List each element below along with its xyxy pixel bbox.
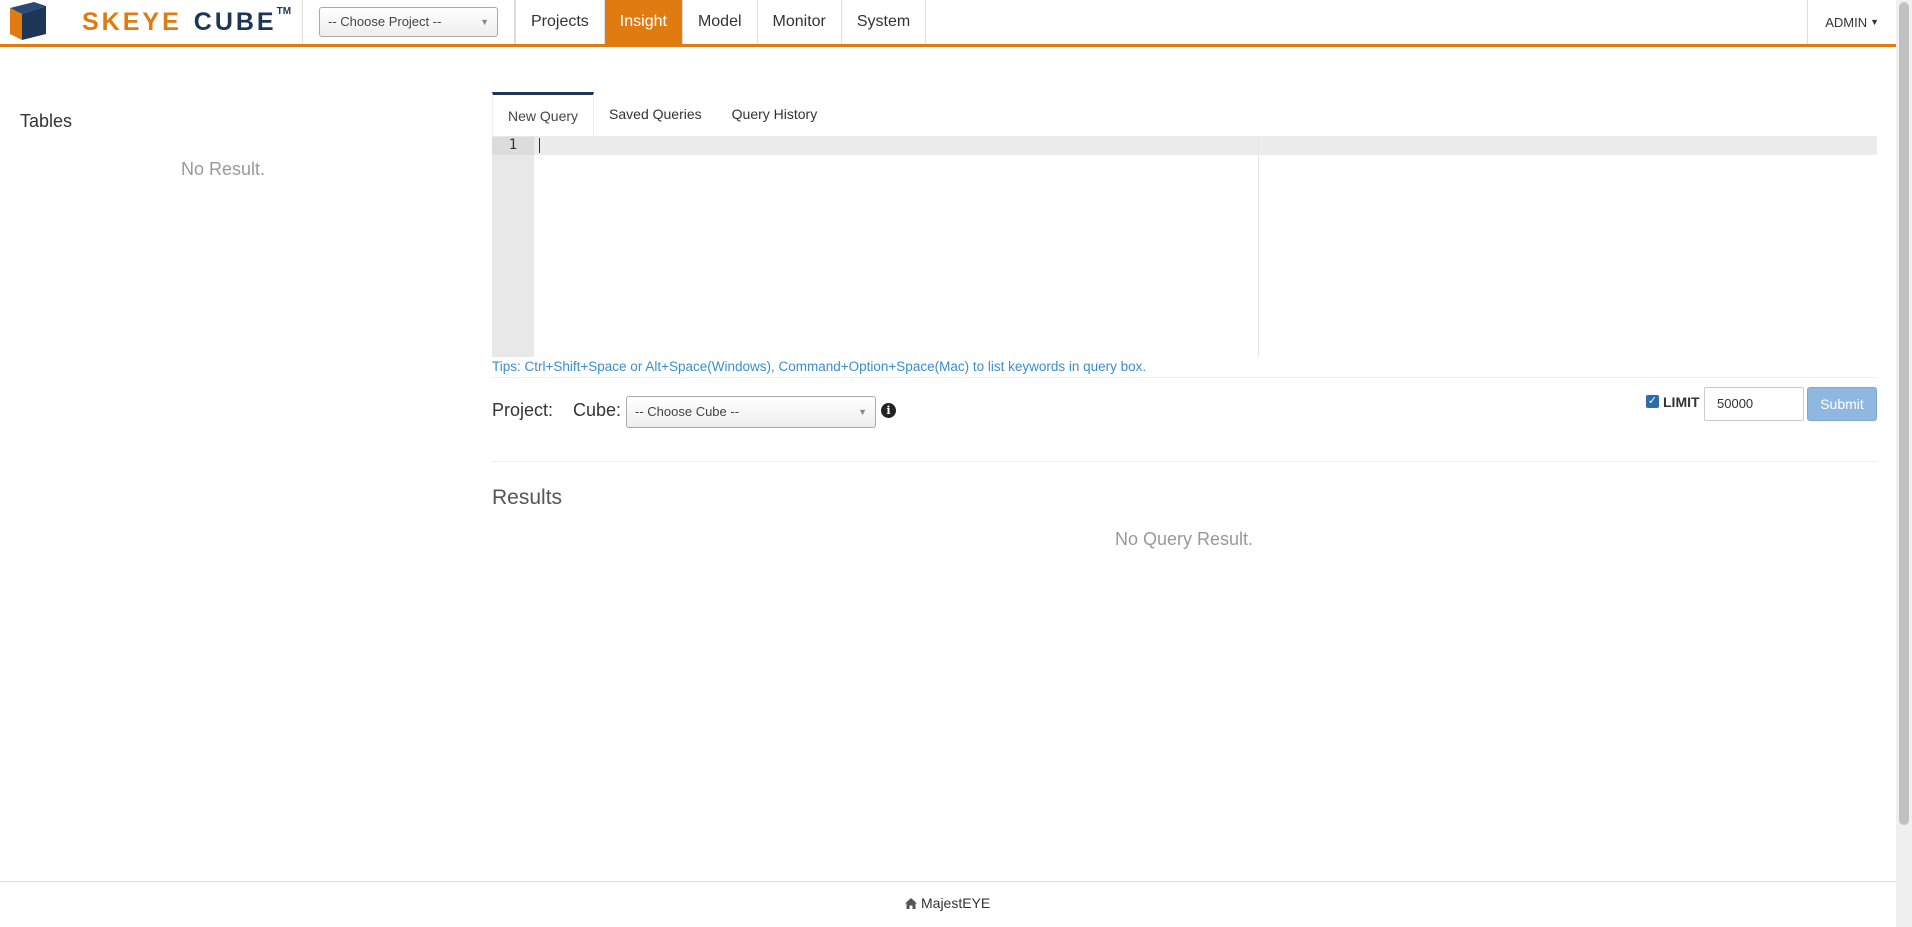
top-navbar: SKEYE CUBETM -- Choose Project -- ▼ Proje… <box>0 0 1896 47</box>
caret-down-icon: ▼ <box>1870 17 1879 27</box>
nav-system[interactable]: System <box>842 0 927 44</box>
cube-label: Cube: <box>573 400 622 420</box>
page-scrollbar[interactable] <box>1896 0 1912 927</box>
editor-cursor <box>539 138 540 153</box>
main-nav: Projects Insight Model Monitor System <box>515 0 927 44</box>
editor-print-margin <box>1258 136 1259 357</box>
user-menu[interactable]: ADMIN ▼ <box>1807 0 1896 44</box>
tables-empty-message: No Result. <box>181 159 266 179</box>
project-select-container: -- Choose Project -- ▼ <box>303 0 515 44</box>
nav-insight[interactable]: Insight <box>604 0 683 44</box>
project-select[interactable]: -- Choose Project -- ▼ <box>319 7 498 37</box>
submit-button[interactable]: Submit <box>1807 387 1877 421</box>
divider <box>492 377 1877 378</box>
info-icon[interactable]: i <box>881 403 896 418</box>
home-icon <box>905 897 917 909</box>
project-select-value: -- Choose Project -- <box>328 14 442 29</box>
cube-select[interactable]: -- Choose Cube -- ▼ <box>626 396 876 428</box>
select-caret-icon: ▼ <box>480 17 489 27</box>
query-tabs: New Query Saved Queries Query History <box>492 92 832 136</box>
brand[interactable]: SKEYE CUBETM <box>0 0 303 44</box>
tables-heading: Tables <box>20 111 73 131</box>
footer-home-link[interactable]: MajestEYE <box>905 895 990 911</box>
select-caret-icon: ▼ <box>858 407 867 417</box>
divider <box>492 461 1877 462</box>
project-label: Project: <box>492 400 554 420</box>
cube-select-value: -- Choose Cube -- <box>635 404 740 419</box>
limit-label: LIMIT <box>1663 394 1700 410</box>
sql-editor[interactable]: 1 <box>492 136 1877 357</box>
tab-saved-queries[interactable]: Saved Queries <box>594 92 717 136</box>
tab-new-query[interactable]: New Query <box>492 92 595 136</box>
tab-query-history[interactable]: Query History <box>717 92 833 136</box>
nav-model[interactable]: Model <box>683 0 758 44</box>
limit-checkbox[interactable]: ✓ <box>1646 395 1659 408</box>
brand-name: SKEYE CUBETM <box>82 5 292 36</box>
scrollbar-thumb[interactable] <box>1899 2 1909 825</box>
nav-monitor[interactable]: Monitor <box>758 0 842 44</box>
editor-tips: Tips: Ctrl+Shift+Space or Alt+Space(Wind… <box>492 359 1147 374</box>
footer: MajestEYE <box>0 881 1896 927</box>
line-number: 1 <box>492 137 534 155</box>
editor-gutter: 1 <box>492 136 534 357</box>
results-empty-message: No Query Result. <box>1115 529 1254 549</box>
editor-active-line <box>534 136 1877 155</box>
nav-projects[interactable]: Projects <box>515 0 605 44</box>
limit-input[interactable]: 50000 <box>1704 387 1804 421</box>
user-name: ADMIN <box>1825 14 1868 30</box>
results-heading: Results <box>492 486 563 509</box>
cube-logo-icon <box>10 2 46 40</box>
footer-link-label: MajestEYE <box>921 895 991 911</box>
